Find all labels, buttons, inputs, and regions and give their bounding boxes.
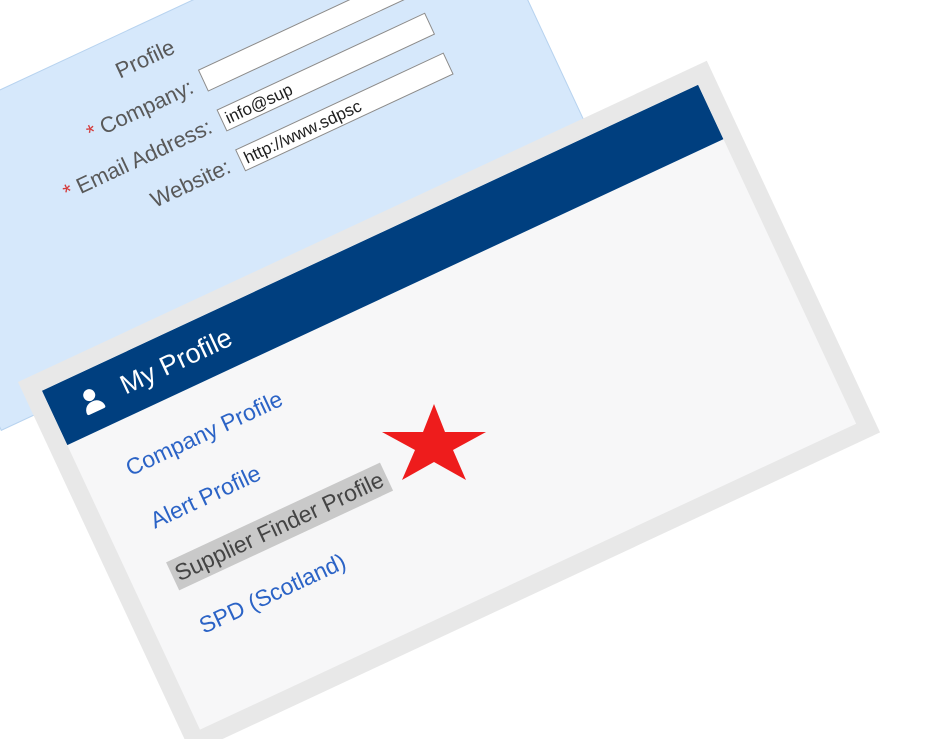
- screenshot-stage: Profile *Company: *Email Address: info@s…: [0, 0, 925, 739]
- star-shape: [382, 404, 486, 480]
- form-label-profile: Profile: [111, 34, 179, 84]
- panel-title: My Profile: [115, 321, 237, 400]
- red-star-annotation-icon: [382, 404, 486, 480]
- user-icon: [77, 385, 107, 416]
